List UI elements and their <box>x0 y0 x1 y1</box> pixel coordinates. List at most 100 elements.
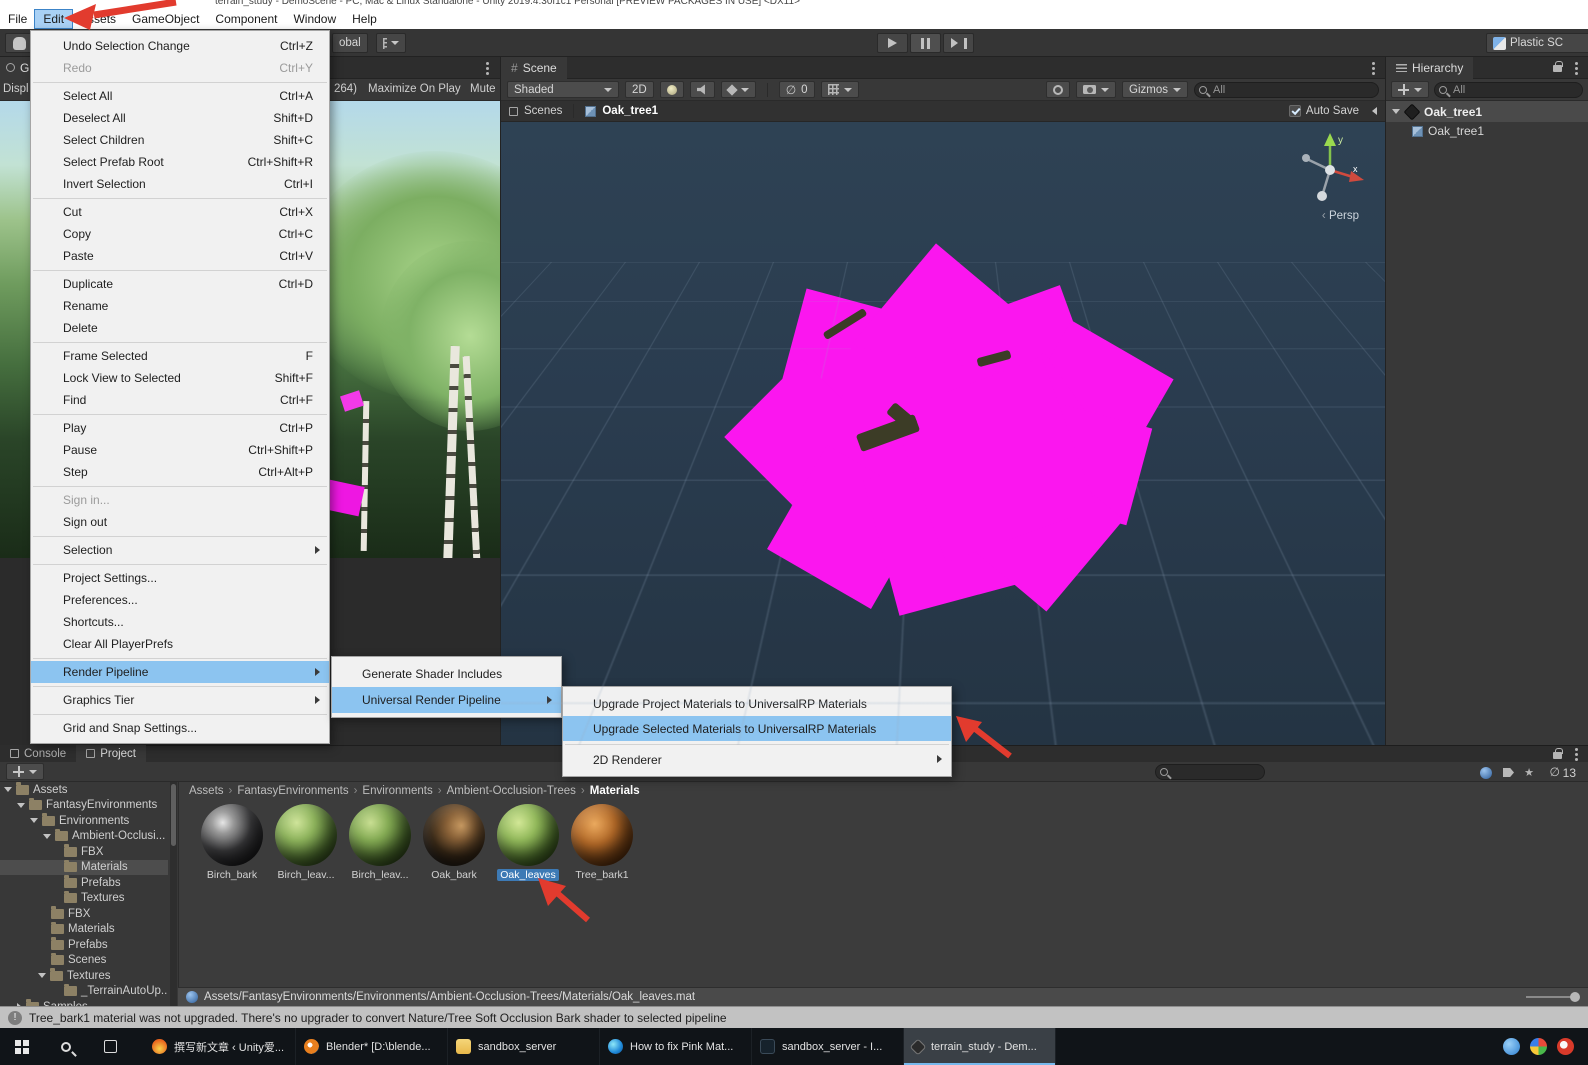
hidden-objects-toggle[interactable]: 0 <box>778 81 815 98</box>
menu-item-select-children[interactable]: Select Children Shift+C <box>31 129 329 151</box>
tree-row-ambient-occlusion[interactable]: Ambient-Occlusi... <box>0 828 168 845</box>
tree-row-materials-2[interactable]: Materials <box>0 921 168 938</box>
expand-arrow-icon[interactable] <box>4 787 12 793</box>
menu-item-undo-selection-change[interactable]: Undo Selection Change Ctrl+Z <box>31 35 329 57</box>
menu-item-delete[interactable]: Delete <box>31 317 329 339</box>
pause-button[interactable] <box>910 33 941 53</box>
tree-row-textures-2[interactable]: Textures <box>0 968 168 984</box>
gizmos-dropdown[interactable]: Gizmos <box>1122 81 1188 98</box>
taskbar-app-folder[interactable]: sandbox_server <box>448 1028 600 1065</box>
tray-icon[interactable] <box>1530 1038 1547 1055</box>
taskbar-search-button[interactable] <box>44 1028 88 1065</box>
tree-row-assets[interactable]: Assets <box>0 782 168 798</box>
hierarchy-kebab-icon[interactable] <box>1575 62 1578 65</box>
aspect-dropdown-fragment[interactable]: 264) <box>334 83 357 95</box>
taskbar-app-blender[interactable]: Blender* [D:\blende... <box>296 1028 448 1065</box>
menu-item-find[interactable]: Find Ctrl+F <box>31 389 329 411</box>
hidden-packages-icon[interactable] <box>1550 765 1560 779</box>
tool-settings-button[interactable] <box>1046 81 1071 98</box>
tree-row-textures[interactable]: Textures <box>0 890 168 907</box>
material-birch-bark[interactable]: Birch_bark <box>197 804 267 884</box>
menu-item-render-pipeline[interactable]: Render Pipeline <box>31 661 329 683</box>
tray-icon[interactable] <box>1503 1038 1520 1055</box>
step-button[interactable] <box>943 33 974 53</box>
menu-item-paste[interactable]: Paste Ctrl+V <box>31 245 329 267</box>
crumb-environments[interactable]: Environments <box>362 785 432 797</box>
tree-row-samples[interactable]: Samples <box>0 999 168 1006</box>
camera-settings-dropdown[interactable] <box>1076 81 1117 98</box>
breadcrumb-scenes[interactable]: Scenes <box>524 105 562 117</box>
material-tree-bark1[interactable]: Tree_bark1 <box>567 804 637 884</box>
crumb-assets[interactable]: Assets <box>189 785 224 797</box>
menu-item-sign-out[interactable]: Sign out <box>31 511 329 533</box>
tree-row-scenes[interactable]: Scenes <box>0 952 168 969</box>
game-menu-kebab-icon[interactable] <box>486 62 489 65</box>
menu-item-upgrade-selected-materials[interactable]: Upgrade Selected Materials to UniversalR… <box>563 716 951 741</box>
menu-item-universal-render-pipeline[interactable]: Universal Render Pipeline <box>332 687 561 713</box>
auto-save-checkbox[interactable] <box>1288 105 1301 117</box>
tree-scrollbar[interactable] <box>170 782 177 1006</box>
menu-item-preferences[interactable]: Preferences... <box>31 589 329 611</box>
breadcrumb-current-scene[interactable]: Oak_tree1 <box>602 105 658 117</box>
task-view-button[interactable] <box>88 1028 132 1065</box>
play-button[interactable] <box>877 33 908 53</box>
create-object-button[interactable] <box>1391 81 1429 98</box>
status-bar[interactable]: Tree_bark1 material was not upgraded. Th… <box>0 1006 1588 1028</box>
material-birch-leaves-1[interactable]: Birch_leav... <box>271 804 341 884</box>
tree-row-prefabs-2[interactable]: Prefabs <box>0 937 168 953</box>
menu-item-deselect-all[interactable]: Deselect All Shift+D <box>31 107 329 129</box>
menu-item-lock-view-to-selected[interactable]: Lock View to Selected Shift+F <box>31 367 329 389</box>
expand-arrow-icon[interactable] <box>17 802 25 808</box>
tree-row-fbx-2[interactable]: FBX <box>0 906 168 922</box>
tree-row-fbx[interactable]: FBX <box>0 844 168 860</box>
hierarchy-tab[interactable]: Hierarchy <box>1386 56 1474 79</box>
axis-gizmo[interactable]: y x <box>1293 130 1367 204</box>
pivot-global-button[interactable]: obal <box>332 33 368 53</box>
menu-edit[interactable]: Edit <box>34 9 74 29</box>
menu-item-redo[interactable]: Redo Ctrl+Y <box>31 57 329 79</box>
lock-icon[interactable] <box>1553 748 1563 759</box>
maximize-on-play-toggle[interactable]: Maximize On Play <box>368 83 461 95</box>
expand-arrow-icon[interactable] <box>38 973 46 979</box>
material-oak-leaves-selected[interactable]: Oak_leaves <box>493 804 563 884</box>
menu-window[interactable]: Window <box>285 10 344 28</box>
menu-item-selection[interactable]: Selection <box>31 539 329 561</box>
taskbar-app-browser-blog[interactable]: 撰写新文章 ‹ Unity爱... <box>144 1028 296 1065</box>
tree-row-materials-selected[interactable]: Materials <box>0 859 168 875</box>
menu-item-copy[interactable]: Copy Ctrl+C <box>31 223 329 245</box>
menu-item-shortcuts[interactable]: Shortcuts... <box>31 611 329 633</box>
menu-item-select-prefab-root[interactable]: Select Prefab Root Ctrl+Shift+R <box>31 151 329 173</box>
project-kebab-icon[interactable] <box>1575 748 1578 751</box>
menu-item-sign-in[interactable]: Sign in... <box>31 489 329 511</box>
scene-viewport[interactable]: y x ‹ Persp <box>501 122 1385 745</box>
lighting-toggle[interactable] <box>659 81 684 98</box>
tray-icon[interactable] <box>1557 1038 1574 1055</box>
menu-item-play[interactable]: Play Ctrl+P <box>31 417 329 439</box>
crumb-materials[interactable]: Materials <box>590 785 640 797</box>
tree-row-environments[interactable]: Environments <box>0 813 168 829</box>
menu-item-cut[interactable]: Cut Ctrl+X <box>31 201 329 223</box>
menu-gameobject[interactable]: GameObject <box>124 10 207 28</box>
menu-item-duplicate[interactable]: Duplicate Ctrl+D <box>31 273 329 295</box>
menu-item-grid-and-snap-settings[interactable]: Grid and Snap Settings... <box>31 717 329 739</box>
menu-item-step[interactable]: Step Ctrl+Alt+P <box>31 461 329 483</box>
scene-search-input[interactable] <box>1194 81 1379 98</box>
taskbar-app-edge[interactable]: How to fix Pink Mat... <box>600 1028 752 1065</box>
menu-item-frame-selected[interactable]: Frame Selected F <box>31 345 329 367</box>
grid-snap-button[interactable] <box>376 33 406 53</box>
menu-item-rename[interactable]: Rename <box>31 295 329 317</box>
menu-item-graphics-tier[interactable]: Graphics Tier <box>31 689 329 711</box>
display-dropdown[interactable]: Displ <box>3 83 29 95</box>
search-by-type-icon[interactable] <box>1480 767 1492 779</box>
menu-item-project-settings[interactable]: Project Settings... <box>31 567 329 589</box>
crumb-fantasyenvironments[interactable]: FantasyEnvironments <box>237 785 348 797</box>
tree-row-fantasyenvironments[interactable]: FantasyEnvironments <box>0 797 168 814</box>
create-asset-button[interactable] <box>6 763 44 780</box>
hierarchy-search-input[interactable] <box>1434 81 1583 98</box>
menu-item-clear-all-playerprefs[interactable]: Clear All PlayerPrefs <box>31 633 329 655</box>
hierarchy-scene-row[interactable]: Oak_tree1 <box>1386 101 1588 122</box>
menu-item-2d-renderer[interactable]: 2D Renderer <box>563 747 951 772</box>
grid-visibility-dropdown[interactable] <box>820 81 859 98</box>
menu-item-select-all[interactable]: Select All Ctrl+A <box>31 85 329 107</box>
lock-icon[interactable] <box>1553 61 1563 72</box>
